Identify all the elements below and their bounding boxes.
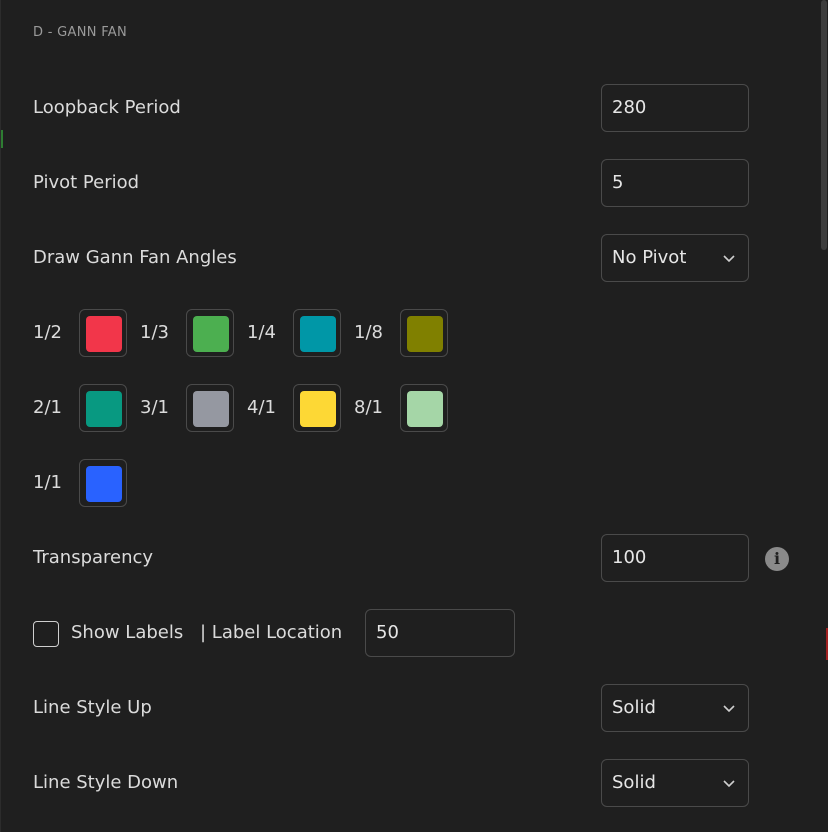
edge-marker-left bbox=[1, 130, 3, 148]
pivot-period-label: Pivot Period bbox=[33, 172, 140, 193]
section-title: D - GANN FAN bbox=[33, 25, 128, 40]
color-swatch-1-4[interactable] bbox=[293, 309, 341, 357]
draw-angles-select[interactable]: No Pivot bbox=[601, 234, 749, 282]
color-swatch-1-3[interactable] bbox=[186, 309, 234, 357]
info-icon[interactable]: i bbox=[765, 547, 789, 571]
line-style-up-value: Solid bbox=[612, 697, 656, 718]
show-labels-label: Show Labels bbox=[71, 622, 184, 643]
angle-label-1-4: 1/4 bbox=[247, 322, 276, 343]
color-fill bbox=[86, 391, 122, 427]
transparency-label: Transparency bbox=[33, 547, 154, 568]
angle-label-1-3: 1/3 bbox=[140, 322, 169, 343]
angle-label-4-1: 4/1 bbox=[247, 397, 276, 418]
chevron-down-icon bbox=[723, 255, 735, 263]
angle-label-1-8: 1/8 bbox=[354, 322, 383, 343]
transparency-input[interactable]: 100 bbox=[601, 534, 749, 582]
chevron-down-icon bbox=[723, 705, 735, 713]
angle-label-8-1: 8/1 bbox=[354, 397, 383, 418]
color-swatch-2-1[interactable] bbox=[79, 384, 127, 432]
angle-label-3-1: 3/1 bbox=[140, 397, 169, 418]
angle-label-1-1: 1/1 bbox=[33, 472, 62, 493]
color-swatch-1-2[interactable] bbox=[79, 309, 127, 357]
line-style-down-value: Solid bbox=[612, 772, 656, 793]
color-swatch-1-1[interactable] bbox=[79, 459, 127, 507]
color-fill bbox=[86, 316, 122, 352]
line-style-up-select[interactable]: Solid bbox=[601, 684, 749, 732]
color-swatch-3-1[interactable] bbox=[186, 384, 234, 432]
line-style-down-select[interactable]: Solid bbox=[601, 759, 749, 807]
color-swatch-8-1[interactable] bbox=[400, 384, 448, 432]
loopback-period-input[interactable]: 280 bbox=[601, 84, 749, 132]
settings-panel: D - GANN FAN Loopback Period 280 Pivot P… bbox=[0, 0, 828, 832]
scrollbar[interactable] bbox=[821, 0, 827, 250]
show-labels-checkbox[interactable] bbox=[33, 621, 59, 647]
color-fill bbox=[193, 316, 229, 352]
loopback-period-label: Loopback Period bbox=[33, 97, 181, 118]
line-style-down-label: Line Style Down bbox=[33, 772, 179, 793]
color-fill bbox=[300, 316, 336, 352]
angle-label-2-1: 2/1 bbox=[33, 397, 62, 418]
color-fill bbox=[86, 466, 122, 502]
angle-label-1-2: 1/2 bbox=[33, 322, 62, 343]
chevron-down-icon bbox=[723, 780, 735, 788]
color-swatch-1-8[interactable] bbox=[400, 309, 448, 357]
color-fill bbox=[193, 391, 229, 427]
pivot-period-input[interactable]: 5 bbox=[601, 159, 749, 207]
line-style-up-label: Line Style Up bbox=[33, 697, 152, 718]
color-fill bbox=[300, 391, 336, 427]
color-fill bbox=[407, 316, 443, 352]
color-swatch-4-1[interactable] bbox=[293, 384, 341, 432]
label-location-input[interactable]: 50 bbox=[365, 609, 515, 657]
color-fill bbox=[407, 391, 443, 427]
label-location-label: | Label Location bbox=[200, 622, 343, 643]
draw-angles-value: No Pivot bbox=[612, 247, 687, 268]
draw-angles-label: Draw Gann Fan Angles bbox=[33, 247, 237, 268]
